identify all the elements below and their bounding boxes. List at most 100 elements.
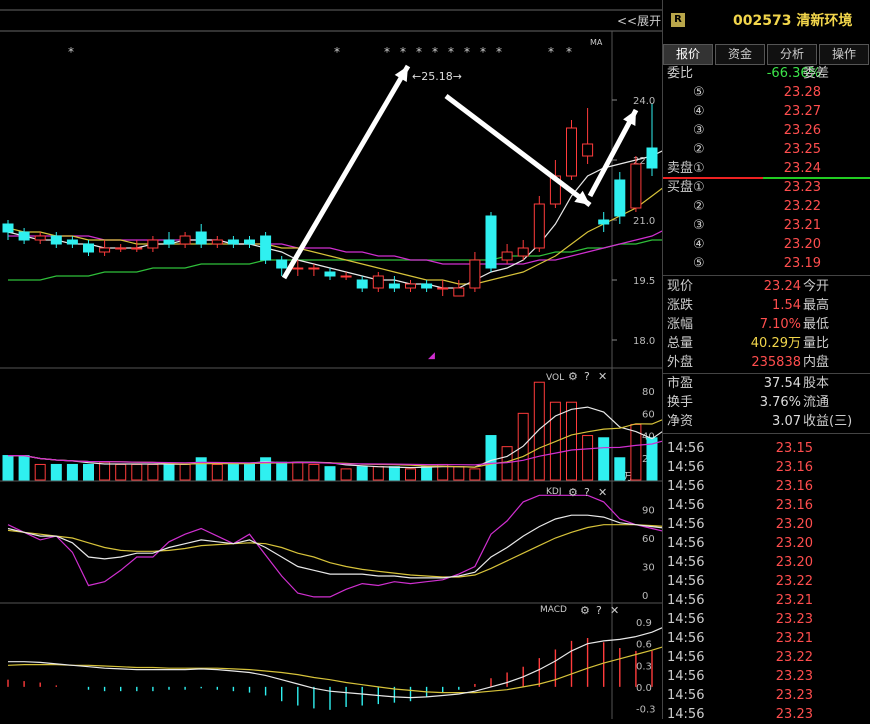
stat-right-label: 内盘 xyxy=(803,355,830,370)
tick-price: 23.16 xyxy=(775,498,813,513)
stat-label: 涨跌 xyxy=(667,298,694,313)
close-icon[interactable]: ✕ xyxy=(598,370,607,383)
tick-time: 14:56 xyxy=(667,555,705,570)
ask-row: ⑤ 23.28 xyxy=(663,83,870,102)
vol-bar xyxy=(614,457,626,481)
gear-icon[interactable]: ⚙ xyxy=(580,604,590,617)
vol-label: VOL xyxy=(546,373,564,383)
tick-price: 23.21 xyxy=(775,631,813,646)
vol-bar xyxy=(83,463,94,481)
bid-price: 23.23 xyxy=(783,180,821,195)
tick-time: 14:56 xyxy=(667,498,705,513)
stat-right-label: 今开 xyxy=(803,279,830,294)
tick-price: 23.22 xyxy=(775,574,813,589)
expand-button[interactable]: <<展开 xyxy=(617,14,661,28)
stat-right-label: 股本 xyxy=(803,376,830,391)
stat-right-label: 量比 xyxy=(803,336,830,351)
star-marker: * xyxy=(548,45,554,59)
vol-tick-label: 60 xyxy=(642,409,655,420)
tick-time: 14:56 xyxy=(667,650,705,665)
kdj-j-line xyxy=(7,494,814,598)
tick-time: 14:56 xyxy=(667,593,705,608)
ask-price: 23.28 xyxy=(783,85,821,100)
candle-body xyxy=(276,259,288,269)
vol-bar xyxy=(2,455,14,481)
vol-bar xyxy=(421,466,433,481)
vol-bar xyxy=(147,463,159,481)
stat-label: 涨幅 xyxy=(667,317,694,332)
star-marker: * xyxy=(480,45,486,59)
stat-label: 换手 xyxy=(667,395,694,410)
tab-operation[interactable]: 操作 xyxy=(819,44,869,65)
vol-bar xyxy=(18,455,30,481)
stock-code-name: 002573 清新环境 xyxy=(733,13,853,29)
ask-row: ③ 23.26 xyxy=(663,121,870,140)
macd-tick-label: 0.9 xyxy=(636,618,652,629)
tab-quote[interactable]: 报价 xyxy=(663,44,713,65)
candle-body xyxy=(227,239,239,245)
help-icon[interactable]: ? xyxy=(584,486,590,499)
top-bar xyxy=(0,0,662,10)
tick-row: 14:56 23.23 xyxy=(663,686,870,705)
gear-icon[interactable]: ⚙ xyxy=(568,370,578,383)
tick-time: 14:56 xyxy=(667,479,705,494)
bid-row: ③ 23.21 xyxy=(663,216,870,235)
price-tick-label: 21.0 xyxy=(633,216,655,227)
candle-body xyxy=(533,203,545,249)
macd-tick-label: 0.0 xyxy=(636,683,652,694)
bid-row: ② 23.22 xyxy=(663,197,870,216)
tick-time: 14:56 xyxy=(667,574,705,589)
vol-bar xyxy=(533,381,545,481)
star-marker: * xyxy=(416,45,422,59)
candle-body xyxy=(372,275,384,289)
candle-body xyxy=(147,239,159,249)
candle-body xyxy=(453,287,465,297)
close-icon[interactable]: ✕ xyxy=(610,604,619,617)
kdj-k-line xyxy=(7,514,814,579)
macd-label: MACD xyxy=(540,605,567,615)
ma10-line xyxy=(7,159,813,285)
tick-time: 14:56 xyxy=(667,517,705,532)
candle-body xyxy=(614,179,626,217)
help-icon[interactable]: ? xyxy=(584,370,590,383)
candle-body xyxy=(324,271,336,277)
star-marker: * xyxy=(384,45,390,59)
help-icon[interactable]: ? xyxy=(596,604,602,617)
bid-row: 买盘① 23.23 xyxy=(663,178,870,197)
kline-chart-area[interactable]: <<展开 MA * * * * * * * * * * * * 24.0 22.5 21.0 19.5 18.0 ←2… xyxy=(0,0,819,719)
stat-row: 净资 3.07 收益(三) xyxy=(663,412,870,431)
macd-dif-line xyxy=(8,623,814,699)
weibi-label: 委比 xyxy=(667,66,694,81)
gear-icon[interactable]: ⚙ xyxy=(568,486,578,499)
tab-capital[interactable]: 资金 xyxy=(715,44,765,65)
macd-tick-label: 0.3 xyxy=(636,661,652,672)
stat-value: 7.10% xyxy=(759,317,801,332)
candle-body xyxy=(308,267,320,270)
kdj-tick-label: 0 xyxy=(642,591,648,602)
candle-body xyxy=(195,231,207,245)
bid-level: ⑤ xyxy=(693,256,705,271)
quote-panel: R 002573 清新环境 报价 资金 分析 操作 委比 -66.36% 委差 ⑤ 23… xyxy=(662,0,870,722)
candle-body xyxy=(598,219,610,225)
vol-ma10 xyxy=(8,416,814,468)
candle-body xyxy=(83,243,94,253)
stat-label: 总量 xyxy=(667,336,694,351)
stock-header: R 002573 清新环境 xyxy=(663,0,870,44)
close-icon[interactable]: ✕ xyxy=(598,486,607,499)
vol-bar xyxy=(66,463,78,481)
ask-price: 23.24 xyxy=(783,161,821,176)
candle-body xyxy=(131,247,143,250)
vol-bar xyxy=(163,463,175,481)
tick-time: 14:56 xyxy=(667,688,705,703)
stat-row: 涨幅 7.10% 最低 xyxy=(663,315,870,334)
candle-body xyxy=(50,235,62,245)
tick-row: 14:56 23.22 xyxy=(663,648,870,667)
ask-level: ④ xyxy=(693,104,705,119)
tab-analysis[interactable]: 分析 xyxy=(767,44,817,65)
vol-bar xyxy=(244,463,255,481)
chart-svg[interactable]: <<展开MA* * * * * * * * * * * *24.022.521.019.518.0←2… xyxy=(0,0,819,719)
candle-body xyxy=(292,267,304,270)
tick-price: 23.23 xyxy=(775,688,813,703)
vol-bar xyxy=(566,401,577,481)
vol-bar xyxy=(372,466,384,481)
